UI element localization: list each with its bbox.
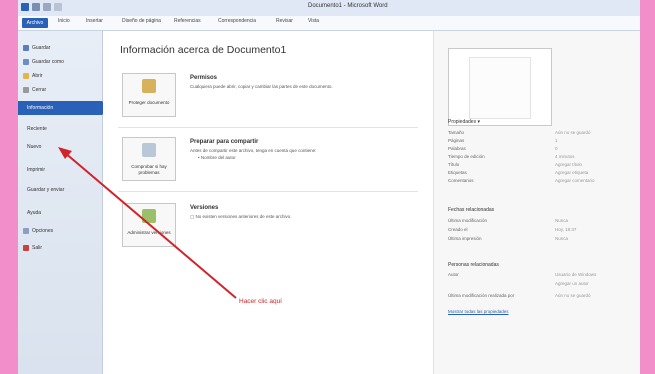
annotation-arrow: [58, 147, 237, 299]
word-window: Documento1 - Microsoft Word Archivo Inic…: [18, 0, 640, 374]
arrow-line: [63, 151, 237, 299]
annotation-label: Hacer clic aquí: [239, 298, 282, 305]
